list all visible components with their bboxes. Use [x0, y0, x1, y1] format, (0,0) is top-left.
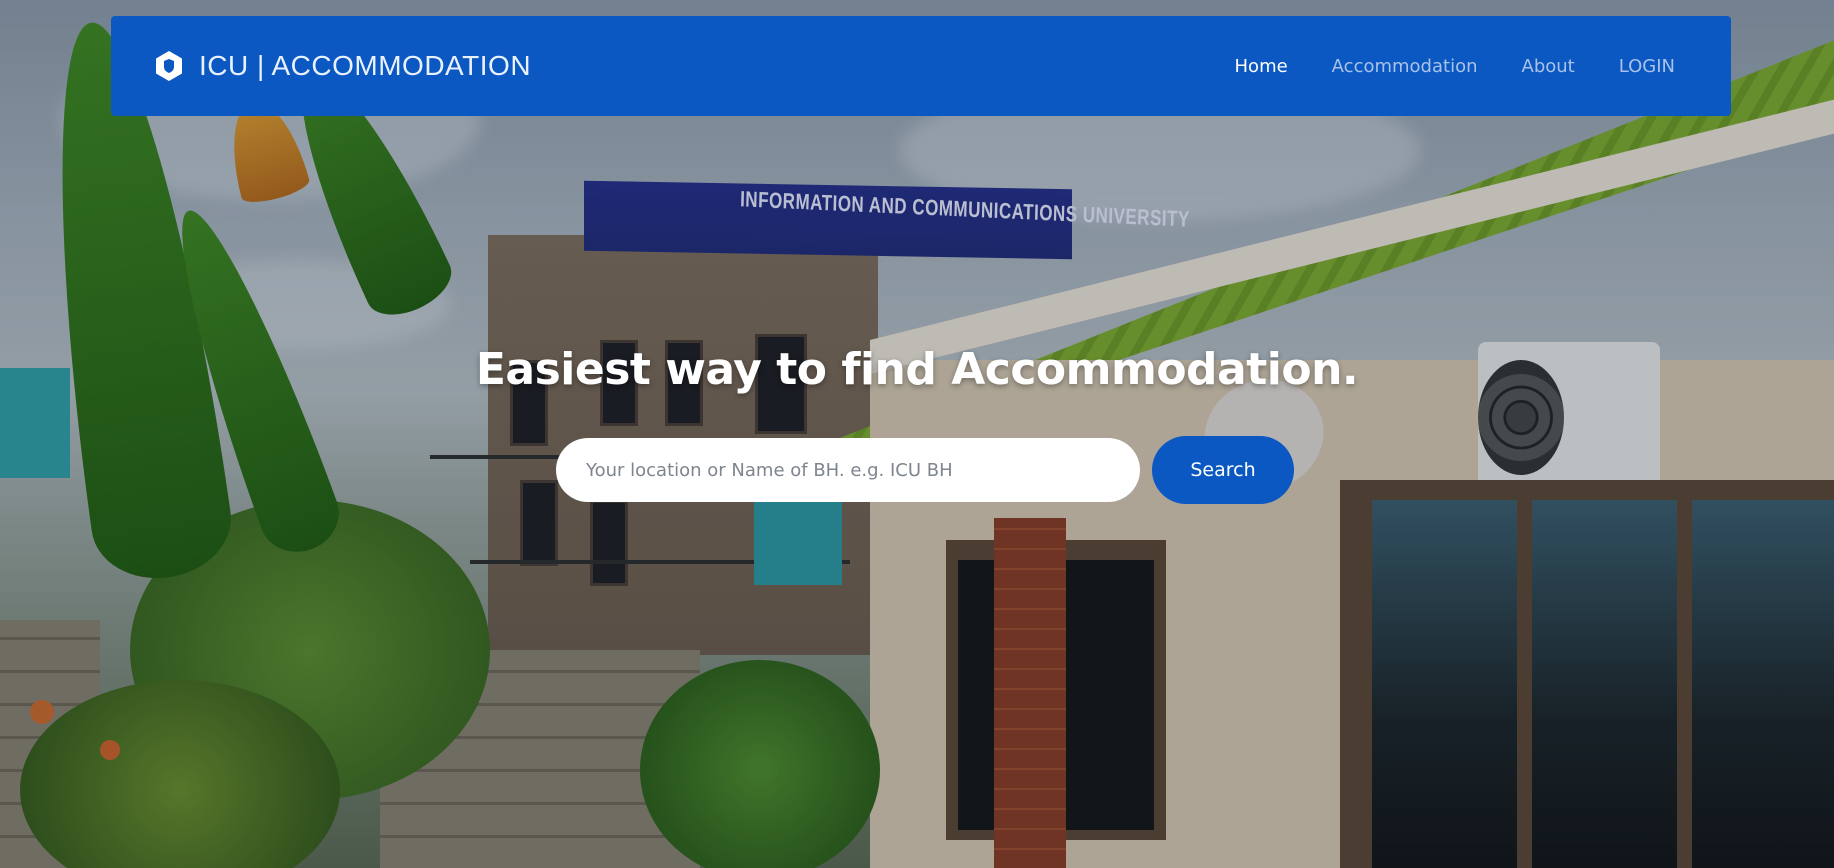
hero-background: INFORMATION AND COMMUNICATIONS UNIVERSIT… — [0, 0, 1834, 868]
brand-name: ICU | ACCOMMODATION — [199, 50, 532, 81]
nav-about[interactable]: About — [1522, 56, 1575, 77]
nav-accommodation[interactable]: Accommodation — [1332, 56, 1478, 77]
nav-menu: Home Accommodation About LOGIN — [1235, 56, 1675, 77]
navbar: ICU | ACCOMMODATION Home Accommodation A… — [111, 16, 1731, 116]
hero-overlay — [0, 0, 1834, 868]
nav-home[interactable]: Home — [1235, 56, 1288, 77]
nav-login[interactable]: LOGIN — [1619, 56, 1675, 77]
hexagon-shield-icon — [153, 50, 185, 82]
brand-link[interactable]: ICU | ACCOMMODATION — [153, 50, 531, 82]
hero-title: Easiest way to find Accommodation. — [475, 344, 1359, 395]
search-input[interactable] — [556, 438, 1140, 502]
search-form: Search — [556, 436, 1294, 504]
search-button[interactable]: Search — [1152, 436, 1294, 504]
